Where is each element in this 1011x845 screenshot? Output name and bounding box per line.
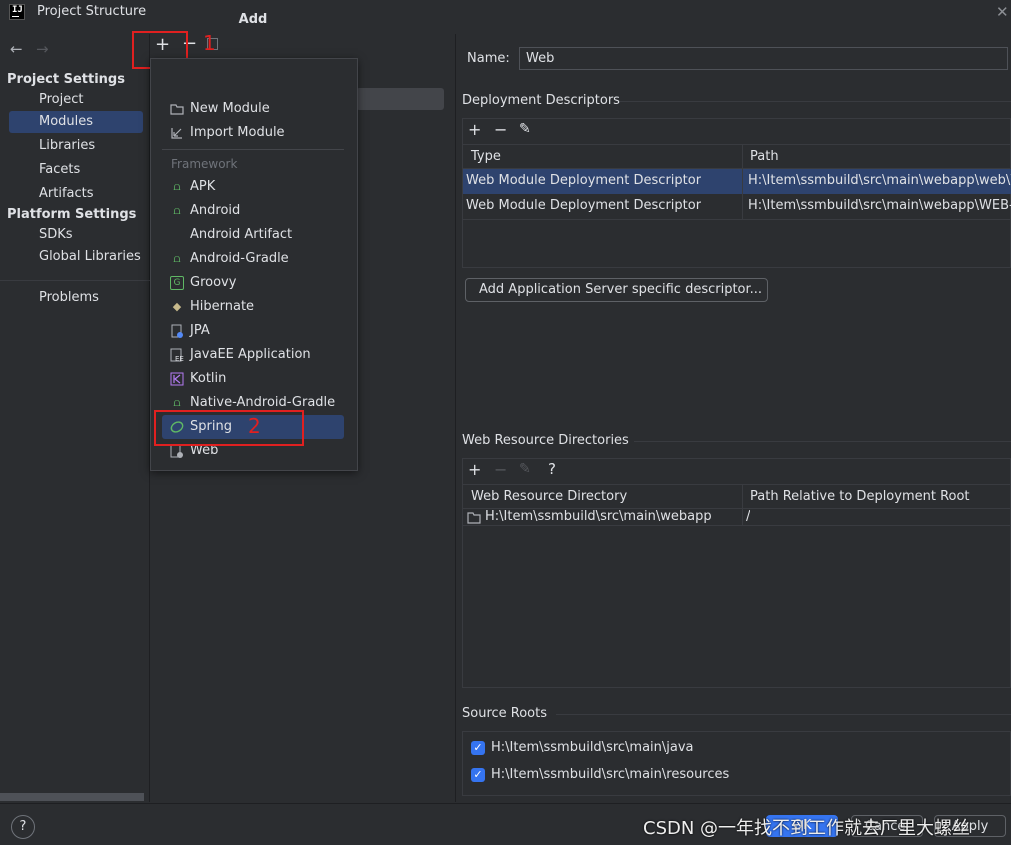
column-divider [742, 144, 743, 219]
popup-item-hibernate[interactable]: ◆ Hibernate [162, 295, 344, 319]
csdn-watermark: CSDN @一年找不到工作就去厂里大螺丝 [643, 818, 971, 839]
table-row[interactable]: Web Module Deployment Descriptor H:\Item… [463, 194, 1011, 219]
window-title: Project Structure [37, 4, 147, 19]
sidebar-item-global-libraries[interactable]: Global Libraries [9, 246, 143, 268]
name-label: Name: [467, 51, 510, 66]
table-row[interactable]: H:\Item\ssmbuild\src\main\webapp / [463, 509, 1011, 526]
javaee-icon: EE [170, 348, 184, 363]
sidebar-item-problems[interactable]: Problems [9, 287, 143, 309]
popup-item-android-artifact[interactable]: Android Artifact [162, 223, 344, 247]
module-tree-row[interactable] [356, 88, 444, 110]
row-divider [463, 525, 1011, 526]
help-icon[interactable]: ? [548, 460, 556, 478]
sidebar-item-facets[interactable]: Facets [9, 159, 143, 181]
sidebar-item-sdks[interactable]: SDKs [9, 224, 143, 246]
groovy-icon: G [170, 276, 184, 290]
popup-item-android-gradle[interactable]: ⩍ Android-Gradle [162, 247, 344, 271]
deployment-descriptors-title: Deployment Descriptors [462, 93, 620, 108]
android-icon: ⩍ [173, 204, 181, 217]
platform-settings-header: Platform Settings [7, 207, 137, 222]
project-settings-header: Project Settings [7, 72, 125, 87]
sidebar-divider [0, 280, 150, 281]
column-header-type[interactable]: Type [471, 149, 501, 164]
popup-item-kotlin[interactable]: Kotlin [162, 367, 344, 391]
source-roots-title: Source Roots [462, 706, 548, 721]
annotation-number-1: 1 [203, 31, 216, 55]
back-arrow-icon[interactable]: ← [10, 40, 23, 58]
hibernate-icon: ◆ [172, 300, 182, 313]
deployment-table-header: Type Path [463, 144, 1011, 169]
popup-title: Add [238, 12, 268, 27]
source-root-checkbox[interactable]: ✓ [471, 768, 485, 782]
column-divider [742, 484, 743, 526]
folder-icon [170, 102, 184, 116]
popup-item-jpa[interactable]: JPA [162, 319, 344, 343]
source-root-path: H:\Item\ssmbuild\src\main\resources [491, 767, 730, 782]
annotation-box-2 [154, 410, 304, 446]
help-button[interactable]: ? [11, 815, 35, 839]
table-row[interactable]: Web Module Deployment Descriptor H:\Item… [463, 169, 1011, 194]
intellij-logo-icon: IJ [9, 4, 25, 20]
sidebar-scrollbar[interactable] [0, 793, 144, 801]
edit-resource-icon[interactable]: ✎ [519, 461, 531, 477]
web-resource-table-header: Web Resource Directory Path Relative to … [463, 484, 1011, 509]
forward-arrow-icon[interactable]: → [36, 40, 49, 58]
section-separator [620, 101, 1011, 102]
popup-item-groovy[interactable]: G Groovy [162, 271, 344, 295]
section-separator [634, 441, 1011, 442]
jpa-icon [170, 324, 184, 338]
popup-item-android[interactable]: ⩍ Android [162, 199, 344, 223]
add-descriptor-icon[interactable]: + [468, 120, 481, 139]
sidebar-item-project[interactable]: Project [9, 89, 143, 111]
sidebar-item-libraries[interactable]: Libraries [9, 135, 143, 157]
sidebar-item-modules[interactable]: Modules [9, 111, 143, 133]
source-root-path: H:\Item\ssmbuild\src\main\java [491, 740, 694, 755]
android-icon: ⩍ [173, 180, 181, 193]
svg-text:EE: EE [175, 355, 184, 362]
android-icon: ⩍ [173, 252, 181, 265]
kotlin-icon [170, 372, 184, 386]
add-resource-icon[interactable]: + [468, 460, 481, 479]
add-server-descriptor-button[interactable]: Add Application Server specific descript… [465, 278, 768, 302]
web-resource-directories-title: Web Resource Directories [462, 433, 629, 448]
popup-item-new-module[interactable]: New Module [162, 97, 344, 121]
popup-separator [162, 149, 344, 150]
edit-descriptor-icon[interactable]: ✎ [519, 121, 531, 137]
column-header-directory[interactable]: Web Resource Directory [471, 489, 627, 504]
close-icon[interactable]: ✕ [996, 3, 1009, 21]
framework-group-label: Framework [171, 157, 238, 171]
module-name-input[interactable]: Web [519, 47, 1008, 70]
row-divider [463, 219, 1011, 220]
column-header-relative-path[interactable]: Path Relative to Deployment Root [750, 489, 970, 504]
sidebar-item-artifacts[interactable]: Artifacts [9, 183, 143, 205]
remove-descriptor-icon[interactable]: − [494, 120, 507, 139]
popup-item-javaee-application[interactable]: EE JavaEE Application [162, 343, 344, 367]
popup-item-apk[interactable]: ⩍ APK [162, 175, 344, 199]
annotation-number-2: 2 [248, 414, 261, 438]
popup-item-import-module[interactable]: Import Module [162, 121, 344, 145]
import-icon [170, 126, 184, 140]
source-root-checkbox[interactable]: ✓ [471, 741, 485, 755]
android-icon: ⩍ [173, 396, 181, 409]
column-header-path[interactable]: Path [750, 149, 779, 164]
section-separator [556, 714, 1011, 715]
remove-resource-icon[interactable]: − [494, 460, 507, 479]
web-icon [170, 444, 184, 458]
